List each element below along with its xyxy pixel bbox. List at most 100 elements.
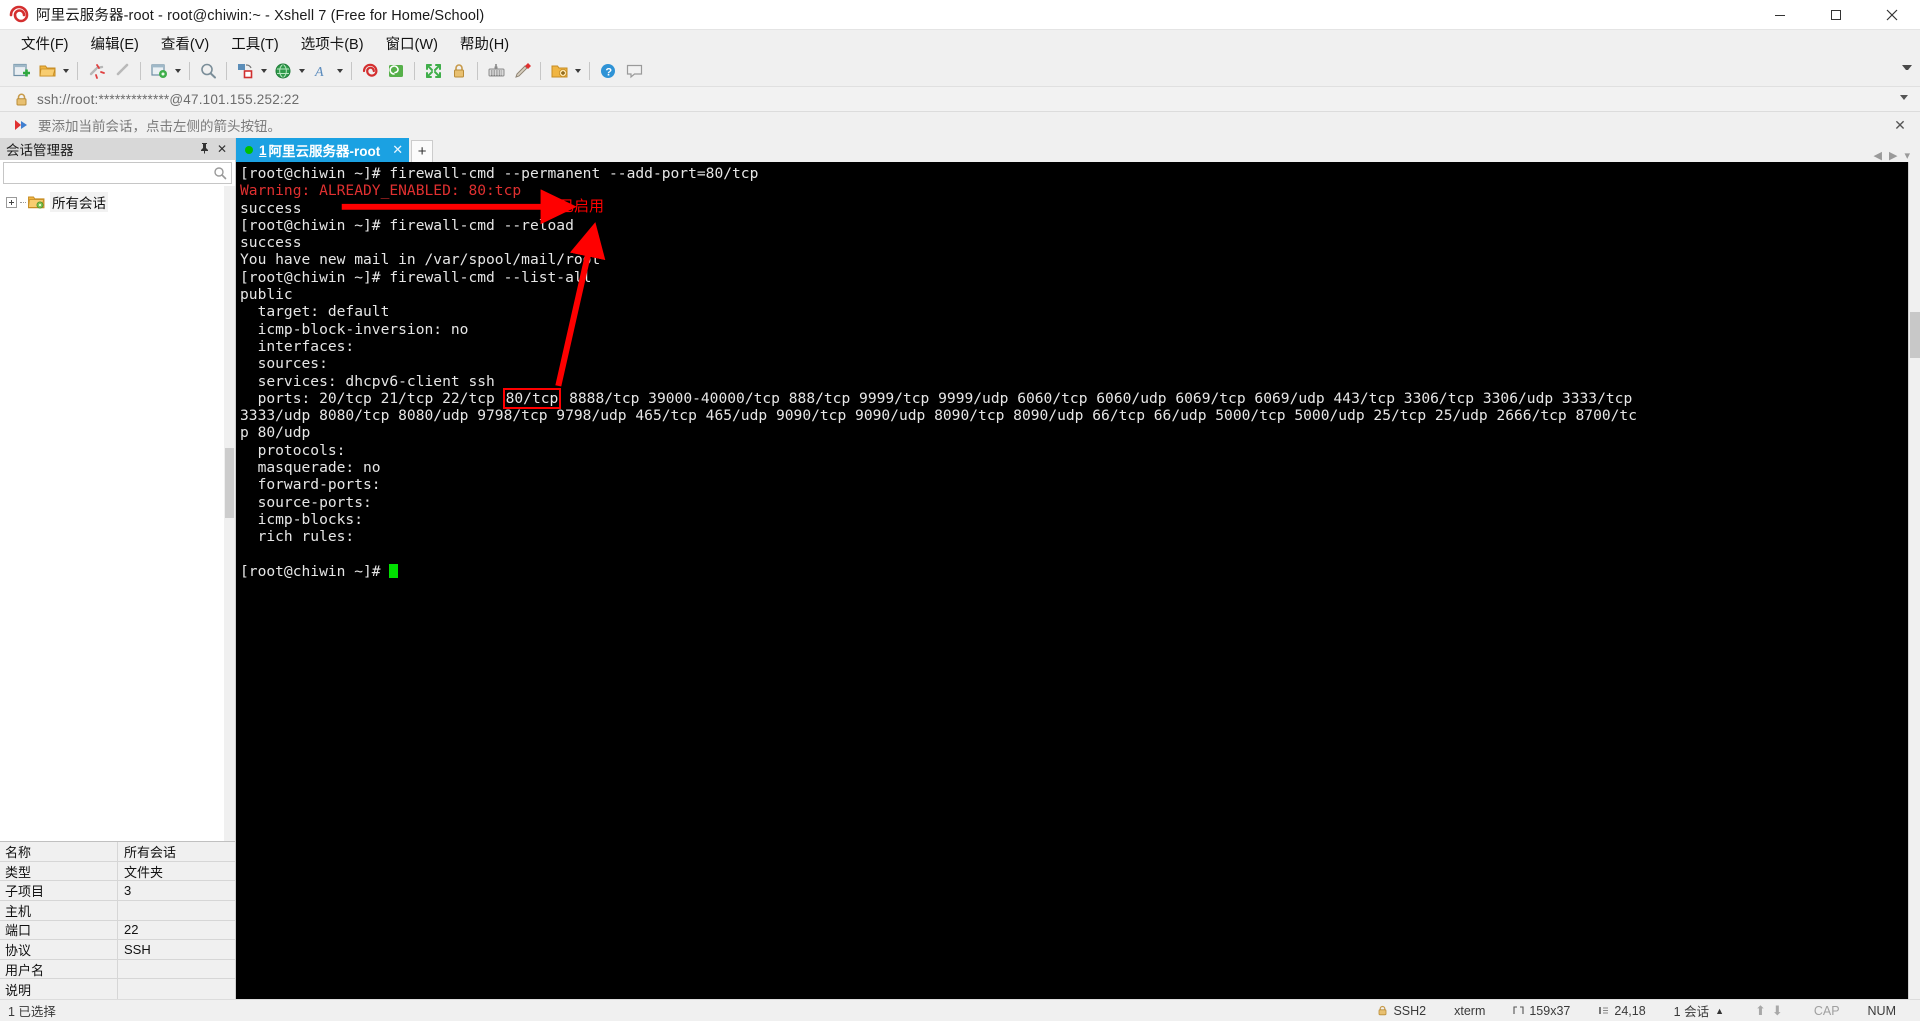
- tab-close-icon[interactable]: ✕: [392, 142, 403, 158]
- menu-tab[interactable]: 选项卡(B): [290, 30, 375, 57]
- property-key: 说明: [0, 979, 118, 999]
- terminal-line: public: [240, 286, 293, 304]
- property-row: 类型 文件夹: [0, 861, 235, 882]
- open-folder-dropdown-icon[interactable]: [60, 59, 72, 83]
- address-url: ssh://root:*************@47.101.155.252:…: [37, 91, 300, 107]
- term-size-icon: [1513, 1005, 1524, 1016]
- tab-number: 1: [259, 142, 267, 158]
- new-session-icon[interactable]: [8, 59, 34, 83]
- session-tree-scrollbar[interactable]: [224, 186, 235, 842]
- tree-item-all-sessions[interactable]: 所有会话: [0, 192, 235, 212]
- comment-icon[interactable]: [621, 59, 647, 83]
- session-search-input[interactable]: [3, 162, 232, 184]
- terminal-line: You have new mail in /var/spool/mail/roo…: [240, 251, 601, 269]
- property-key: 主机: [0, 901, 118, 920]
- tab-session-1[interactable]: 1 阿里云服务器-root ✕: [236, 138, 410, 162]
- terminal-line: forward-ports:: [240, 476, 381, 494]
- add-session-arrow-icon: [14, 118, 30, 132]
- session-properties-icon[interactable]: [146, 59, 172, 83]
- menu-edit[interactable]: 编辑(E): [80, 30, 150, 57]
- property-row: 名称 所有会话: [0, 842, 235, 862]
- highlight-pen-icon[interactable]: [509, 59, 535, 83]
- maximize-button[interactable]: [1808, 0, 1864, 30]
- property-key: 用户名: [0, 959, 118, 979]
- property-value: 文件夹: [124, 864, 164, 880]
- menu-view[interactable]: 查看(V): [150, 30, 220, 57]
- status-bar: 1 已选择 SSH2 xterm 159x37 24,18 1 会话 ▲ ⬆ ⬇…: [0, 999, 1920, 1021]
- status-cursor: 24,18: [1584, 1004, 1659, 1018]
- status-right-group: SSH2 xterm 159x37 24,18 1 会话 ▲ ⬆ ⬇ CAP N…: [1363, 1001, 1920, 1020]
- lock-icon[interactable]: [446, 59, 472, 83]
- scrollbar-thumb[interactable]: [225, 448, 234, 519]
- property-key: 子项目: [0, 881, 118, 901]
- menu-window[interactable]: 窗口(W): [375, 30, 449, 57]
- tab-nav-menu-icon[interactable]: ▾: [1904, 149, 1910, 162]
- terminal-line: success: [240, 234, 302, 252]
- toolbar-separator: [589, 62, 590, 80]
- terminal-line: protocols:: [240, 441, 346, 459]
- terminal-line: masquerade: no: [240, 459, 381, 477]
- session-manager-header: 会话管理器 ✕: [0, 138, 235, 160]
- status-terminal-type: xterm: [1454, 1003, 1486, 1018]
- chevron-down-icon[interactable]: [1900, 95, 1908, 100]
- xftp-icon[interactable]: [383, 59, 409, 83]
- property-key: 协议: [0, 940, 118, 959]
- toolbar-overflow-icon[interactable]: [1902, 65, 1912, 75]
- menu-tools[interactable]: 工具(T): [220, 30, 290, 57]
- menu-file[interactable]: 文件(F): [10, 30, 80, 57]
- notice-close-button[interactable]: ✕: [1892, 117, 1908, 134]
- status-cap: CAP: [1813, 1003, 1840, 1018]
- panel-close-icon[interactable]: ✕: [215, 142, 229, 156]
- tab-strip: 1 阿里云服务器-root ✕ + ◀ ▶ ▾: [236, 138, 1920, 162]
- tree-connector: [20, 201, 26, 203]
- add-to-folder-dropdown-icon[interactable]: [572, 59, 584, 83]
- ssh-lock-icon: [1377, 1005, 1388, 1016]
- minimize-button[interactable]: [1752, 0, 1808, 30]
- highlighted-port: 80/tcp: [502, 387, 562, 409]
- status-num: NUM: [1867, 1003, 1896, 1018]
- globe-dropdown-icon[interactable]: [296, 59, 308, 83]
- file-transfer-dropdown-icon[interactable]: [258, 59, 270, 83]
- scrollbar-thumb[interactable]: [1910, 312, 1920, 358]
- open-folder-icon[interactable]: [34, 59, 60, 83]
- address-bar[interactable]: ssh://root:*************@47.101.155.252:…: [0, 86, 1920, 112]
- chevron-up-icon[interactable]: ▲: [1715, 1006, 1724, 1016]
- new-tab-button[interactable]: +: [411, 140, 434, 162]
- terminal-output[interactable]: [root@chiwin ~]# firewall-cmd --permanen…: [236, 162, 1908, 999]
- file-transfer-icon[interactable]: [232, 59, 258, 83]
- menu-help[interactable]: 帮助(H): [449, 30, 520, 57]
- font-size-icon[interactable]: A: [308, 59, 334, 83]
- font-size-dropdown-icon[interactable]: [334, 59, 346, 83]
- session-manager-header-icons: ✕: [197, 142, 235, 157]
- property-row: 说明: [0, 979, 235, 999]
- terminal-line: [root@chiwin ~]# firewall-cmd --permanen…: [240, 165, 759, 182]
- property-key: 端口: [0, 920, 118, 940]
- status-sessions[interactable]: 1 会话 ▲: [1660, 1001, 1738, 1020]
- help-icon[interactable]: ?: [595, 59, 621, 83]
- disconnect-icon[interactable]: [83, 59, 109, 83]
- close-button[interactable]: [1864, 0, 1920, 30]
- terminal-line: rich rules:: [240, 528, 355, 546]
- terminal-scrollbar[interactable]: [1908, 162, 1920, 999]
- keyboard-icon[interactable]: [483, 59, 509, 83]
- find-icon[interactable]: [195, 59, 221, 83]
- tab-nav-prev-icon[interactable]: ◀: [1874, 149, 1882, 162]
- reconnect-icon[interactable]: [109, 59, 135, 83]
- property-key: 类型: [0, 861, 118, 881]
- fullscreen-icon[interactable]: [420, 59, 446, 83]
- xshell-logo-icon: [8, 4, 30, 26]
- status-size-label: 159x37: [1529, 1003, 1571, 1018]
- cursor-pos-icon: [1598, 1005, 1609, 1016]
- search-icon[interactable]: [213, 166, 227, 180]
- session-properties-dropdown-icon[interactable]: [172, 59, 184, 83]
- tab-nav-next-icon[interactable]: ▶: [1889, 149, 1897, 162]
- connected-dot-icon: [245, 146, 253, 154]
- xshell-icon[interactable]: [357, 59, 383, 83]
- svg-text:?: ?: [605, 67, 612, 79]
- add-to-folder-icon[interactable]: [546, 59, 572, 83]
- pin-icon[interactable]: [197, 142, 211, 157]
- xshell-window: 阿里云服务器-root - root@chiwin:~ - Xshell 7 (…: [0, 0, 1920, 1021]
- expand-toggle-icon[interactable]: [6, 196, 17, 208]
- globe-icon[interactable]: [270, 59, 296, 83]
